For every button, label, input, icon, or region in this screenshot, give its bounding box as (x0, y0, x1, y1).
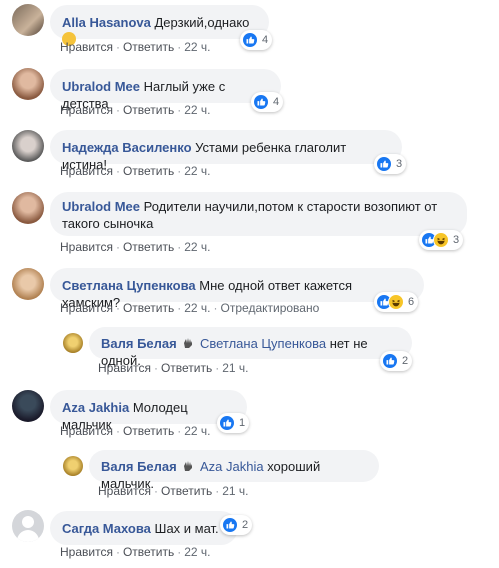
like-link[interactable]: Нравится (60, 240, 113, 254)
comment-author[interactable]: Сагда Махова (62, 521, 151, 536)
timestamp[interactable]: 22 ч. (184, 301, 210, 315)
reply-link[interactable]: Ответить (123, 424, 174, 438)
reaction-count: 3 (453, 234, 460, 246)
avatar[interactable] (12, 130, 44, 162)
comment-bubble: Сагда Махова Шах и мат. (50, 511, 238, 545)
like-link[interactable]: Нравится (60, 164, 113, 178)
reaction-summary[interactable]: 4 (251, 92, 284, 112)
comment-author[interactable]: Alla Hasanova (62, 15, 151, 30)
avatar[interactable] (12, 510, 44, 542)
reaction-count: 3 (396, 158, 403, 170)
comment-actions: Нравится · Ответить · 22 ч. (60, 424, 211, 438)
like-link[interactable]: Нравится (98, 361, 151, 375)
like-link[interactable]: Нравится (60, 301, 113, 315)
like-icon (219, 415, 235, 431)
like-link[interactable]: Нравится (60, 424, 113, 438)
avatar[interactable] (63, 333, 83, 353)
comment-bubble: Alla Hasanova Дерзкий,однако (50, 5, 269, 46)
reply-link[interactable]: Ответить (123, 40, 174, 54)
comment-bubble: Ubralod Mee Наглый уже с детства (50, 69, 281, 111)
avatar[interactable] (12, 268, 44, 300)
like-link[interactable]: Нравится (98, 484, 151, 498)
comment-actions: Нравится · Ответить · 22 ч. (60, 103, 211, 117)
waving-hand-icon (184, 338, 193, 348)
reaction-count: 4 (262, 34, 269, 46)
comment-author[interactable]: Ubralod Mee (62, 79, 140, 94)
comment-bubble: Надежда Василенко Устами ребенка глаголи… (50, 130, 402, 172)
comment-text: Шах и мат. (154, 521, 219, 536)
reaction-summary[interactable]: 3 (419, 230, 464, 250)
reaction-summary[interactable]: 1 (217, 413, 250, 433)
timestamp[interactable]: 22 ч. (184, 164, 210, 178)
comment-author[interactable]: Светлана Цупенкова (62, 278, 196, 293)
reaction-summary[interactable]: 6 (374, 292, 419, 312)
reply-link[interactable]: Ответить (123, 545, 174, 559)
comment-actions: Нравится · Ответить · 21 ч. (98, 484, 249, 498)
reaction-summary[interactable]: 3 (374, 154, 407, 174)
like-icon (253, 94, 269, 110)
comment-text: Дерзкий,однако (154, 15, 250, 30)
comment-actions: Нравится · Ответить · 22 ч. (60, 240, 211, 254)
like-link[interactable]: Нравится (60, 545, 113, 559)
comment-author[interactable]: Надежда Василенко (62, 140, 192, 155)
comment-bubble: Валя Белая Aza Jakhia хороший мальчик. (89, 450, 379, 491)
reply-link[interactable]: Ответить (123, 103, 174, 117)
avatar[interactable] (12, 4, 44, 36)
haha-icon (388, 294, 404, 310)
reply-link[interactable]: Ответить (123, 240, 174, 254)
comment-bubble: Светлана Цупенкова Мне одной ответ кажет… (50, 268, 424, 310)
like-icon (376, 156, 392, 172)
mention-link[interactable]: Aza Jakhia (200, 459, 264, 474)
comment-author[interactable]: Aza Jakhia (62, 400, 129, 415)
timestamp[interactable]: 22 ч. (184, 545, 210, 559)
comment-actions: Нравится · Ответить · 21 ч. (98, 361, 249, 375)
haha-icon (433, 232, 449, 248)
comment-bubble: Валя Белая Светлана Цупенкова нет не одн… (89, 327, 412, 368)
comment-actions: Нравится · Ответить · 22 ч. · Отредактировано (60, 301, 320, 315)
comment-author[interactable]: Валя Белая (101, 459, 177, 474)
like-icon (382, 353, 398, 369)
waving-hand-icon (184, 461, 193, 471)
timestamp[interactable]: 21 ч. (222, 361, 248, 375)
reply-link[interactable]: Ответить (123, 301, 174, 315)
reply-link[interactable]: Ответить (161, 361, 212, 375)
comment-actions: Нравится · Ответить · 22 ч. (60, 164, 211, 178)
like-link[interactable]: Нравится (60, 103, 113, 117)
reaction-count: 6 (408, 296, 415, 308)
reaction-count: 2 (242, 519, 249, 531)
timestamp[interactable]: 21 ч. (222, 484, 248, 498)
timestamp[interactable]: 22 ч. (184, 424, 210, 438)
comment-text: Родители научили,потом к старости возопи… (143, 199, 438, 214)
like-icon (222, 517, 238, 533)
comment-text-line-2: такого сыночка (62, 216, 154, 231)
timestamp[interactable]: 22 ч. (184, 40, 210, 54)
edited-label[interactable]: Отредактировано (221, 301, 320, 315)
timestamp[interactable]: 22 ч. (184, 240, 210, 254)
reaction-summary[interactable]: 2 (380, 351, 413, 371)
reaction-count: 4 (273, 96, 280, 108)
comment-actions: Нравится · Ответить · 22 ч. (60, 545, 211, 559)
like-icon (242, 32, 258, 48)
comment-author[interactable]: Валя Белая (101, 336, 177, 351)
reaction-summary[interactable]: 4 (240, 30, 273, 50)
reaction-count: 2 (402, 355, 409, 367)
comment-bubble: Ubralod Mee Родители научили,потом к ста… (50, 192, 467, 236)
reply-link[interactable]: Ответить (161, 484, 212, 498)
avatar[interactable] (63, 456, 83, 476)
comment-author[interactable]: Ubralod Mee (62, 199, 140, 214)
comment-actions: Нравится · Ответить · 22 ч. (60, 40, 211, 54)
avatar[interactable] (12, 390, 44, 422)
avatar[interactable] (12, 68, 44, 100)
reaction-summary[interactable]: 2 (220, 515, 253, 535)
avatar[interactable] (12, 192, 44, 224)
reply-link[interactable]: Ответить (123, 164, 174, 178)
like-link[interactable]: Нравится (60, 40, 113, 54)
reaction-count: 1 (239, 417, 246, 429)
mention-link[interactable]: Светлана Цупенкова (200, 336, 326, 351)
timestamp[interactable]: 22 ч. (184, 103, 210, 117)
